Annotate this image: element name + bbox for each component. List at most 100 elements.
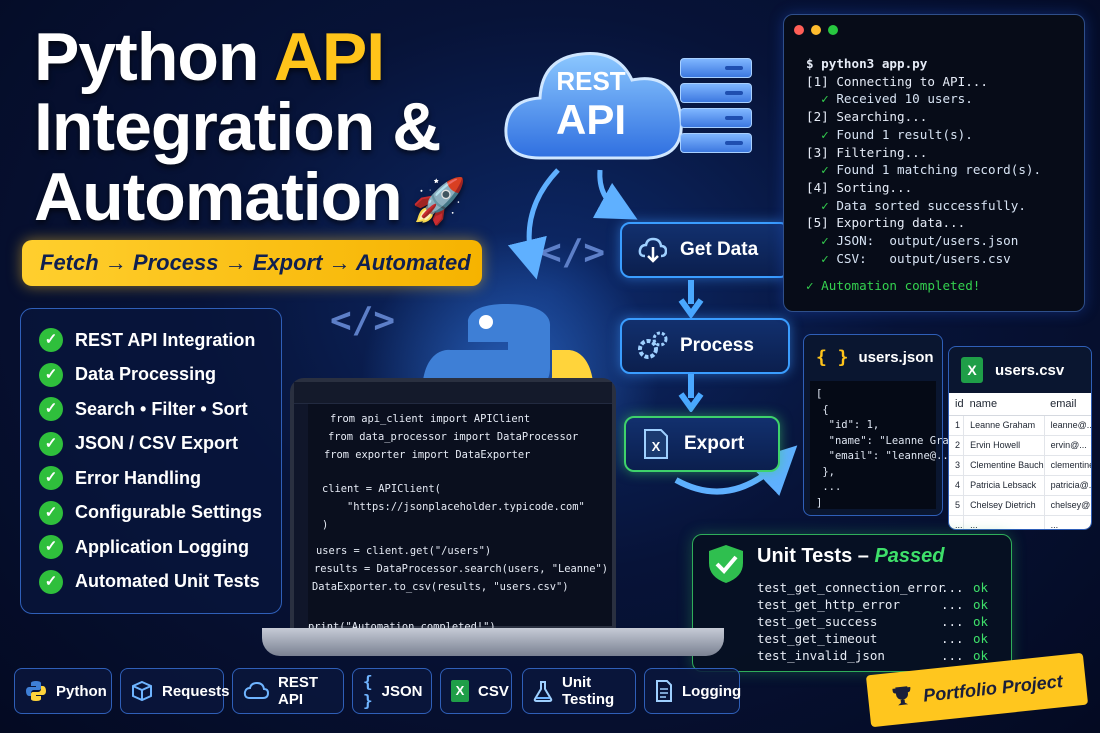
unit-tests-panel: Unit Tests – Passed test_get_connection_… [692, 534, 1012, 672]
check-icon: ✓ [39, 362, 63, 387]
table-cell: chelsey@... [1044, 495, 1091, 516]
code-line: ) [322, 519, 329, 531]
tech-chip-label: Requests [162, 682, 230, 700]
rest-api-cloud: REST API [506, 40, 676, 158]
title-line3: Automation [34, 159, 403, 235]
terminal-line: ✓ Found 1 result(s). [806, 126, 1041, 144]
tech-chip-label: JSON [381, 682, 423, 700]
check-icon: ✓ [39, 500, 63, 525]
check-icon: ✓ [39, 431, 63, 456]
table-cell: Ervin Howell [963, 435, 1045, 456]
terminal-line-text: Found 1 result(s). [836, 126, 973, 142]
editor-titlebar [294, 382, 612, 404]
check-icon: ✓ [39, 466, 63, 491]
terminal-line-text: Data sorted successfully. [836, 197, 1026, 213]
hero-title: Python API Integration & Automation 🚀 [34, 19, 467, 237]
shield-check-icon [709, 545, 743, 583]
check-icon: ✓ [806, 91, 837, 107]
terminal-final: ✓ Automation completed! [806, 278, 981, 294]
terminal-line: ✓ CSV: output/users.csv [806, 250, 1041, 268]
arrow-down-icon [678, 374, 704, 412]
code-line: from api_client import APIClient [330, 413, 531, 425]
export-label: Export [684, 433, 745, 454]
box-icon [131, 680, 153, 702]
feature-item: ✓ Error Handling [39, 461, 281, 496]
terminal-line-text: [2] Searching... [806, 109, 928, 125]
document-icon [655, 680, 673, 702]
table-cell: leanne@... [1044, 415, 1091, 436]
table-cell: 3 [949, 455, 965, 476]
tagline-banner: Fetch → Process → Export → Automated [22, 240, 482, 286]
tech-chip: { } JSON [352, 668, 432, 714]
terminal-line: [1] Connecting to API... [806, 73, 1041, 91]
spreadsheet-icon: X [961, 357, 983, 383]
csv-card-title: users.csv [995, 361, 1065, 379]
table-cell: 2 [949, 435, 965, 456]
json-line: ] [816, 496, 823, 509]
terminal-line: [2] Searching... [806, 108, 1041, 126]
test-dots: ... [941, 580, 964, 595]
test-result-row: test_get_success... ok [757, 613, 988, 630]
terminal-line-text: [5] Exporting data... [806, 215, 966, 231]
check-icon: ✓ [39, 397, 63, 422]
test-result: ok [973, 580, 989, 595]
terminal-line: [4] Sorting... [806, 179, 1041, 197]
code-line: from exporter import DataExporter [324, 449, 531, 461]
json-line: ... [816, 481, 842, 493]
process-label: Process [680, 335, 754, 356]
cloud-label-rest: REST [556, 66, 626, 96]
test-result-row: test_invalid_json... ok [757, 647, 988, 664]
test-result-row: test_get_http_error... ok [757, 596, 988, 613]
terminal-command: $ python3 app.py [806, 56, 928, 71]
trophy-icon [890, 683, 915, 712]
code-line: results = DataProcessor.search(users, "L… [314, 563, 609, 575]
feature-item: ✓ Configurable Settings [39, 496, 281, 531]
terminal-line-text: CSV: output/users.csv [836, 250, 1011, 266]
get-data-step: Get Data [620, 222, 790, 278]
terminal-output: $ python3 app.py [1] Connecting to API...… [806, 55, 1041, 295]
process-step: Process [620, 318, 790, 374]
terminal-line-text: [3] Filtering... [806, 144, 928, 160]
svg-text:X: X [652, 439, 661, 454]
terminal-line: ✓ Found 1 matching record(s). [806, 161, 1041, 179]
code-line: users = client.get("/users") [316, 545, 492, 557]
table-cell: Clementine Bauch [963, 455, 1045, 476]
terminal-line-text: JSON: output/users.json [836, 233, 1019, 249]
terminal-line: ✓ Data sorted successfully. [806, 197, 1041, 215]
cloud-icon [243, 681, 269, 701]
code-line: from data_processor import DataProcessor [328, 431, 579, 443]
export-step: X Export [624, 416, 780, 472]
feature-item: ✓ REST API Integration [39, 323, 281, 358]
tech-chip-label: Logging [682, 682, 742, 700]
tech-chip-label: CSV [478, 682, 509, 700]
tech-chip-label: Python [56, 682, 107, 700]
json-line: }, [816, 465, 835, 478]
terminal-line: [3] Filtering... [806, 144, 1041, 162]
check-icon: ✓ [806, 126, 837, 142]
table-cell: Patricia Lebsack [963, 475, 1045, 496]
json-preview: [ { "id": 1, "name": "Leanne Graham", "e… [810, 381, 980, 509]
csv-column-header: email [1044, 393, 1091, 416]
unit-tests-title: Unit Tests – Passed [757, 545, 945, 568]
tech-chip: REST API [232, 668, 344, 714]
editor-gutter [294, 404, 308, 630]
table-cell: ervin@... [1044, 435, 1091, 456]
cloud-download-icon [636, 234, 668, 266]
title-accent: API [273, 19, 385, 95]
tech-chip: Logging [644, 668, 742, 714]
test-dots: ... [941, 597, 964, 612]
cloud-label-api: API [555, 96, 626, 143]
terminal-line: [5] Exporting data... [806, 214, 1041, 232]
code-line: "https://jsonplaceholder.typicode.com" [322, 501, 585, 513]
table-cell: ... [1044, 515, 1091, 529]
test-name: test_invalid_json [757, 648, 885, 663]
test-result: ok [973, 631, 989, 646]
maximize-dot-icon [828, 25, 838, 35]
terminal-line-text: Received 10 users. [836, 91, 973, 107]
feature-item: ✓ Search • Filter • Sort [39, 392, 281, 427]
table-cell: 5 [949, 495, 965, 516]
test-name: test_get_http_error [757, 597, 900, 612]
tests-title-text: Unit Tests – [757, 545, 869, 567]
terminal-window: $ python3 app.py [1] Connecting to API...… [783, 14, 1085, 312]
json-braces-icon: { } [816, 346, 849, 368]
